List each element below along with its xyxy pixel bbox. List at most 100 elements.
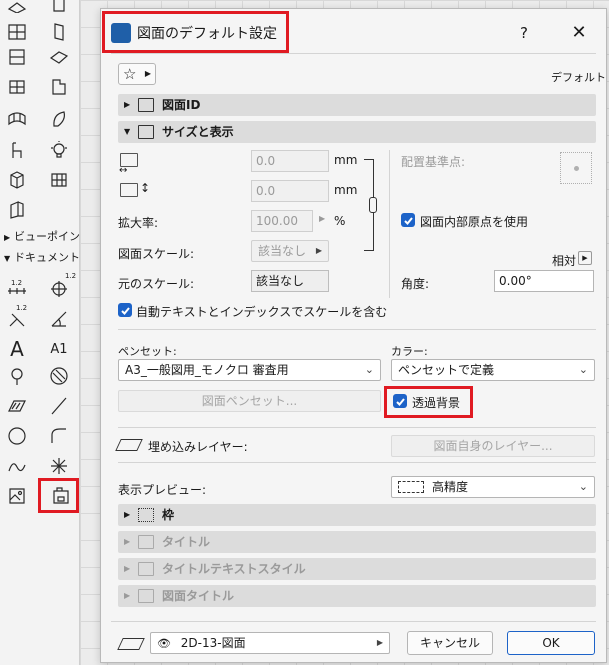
zone-icon[interactable] [45, 73, 73, 101]
curtain-wall-icon[interactable] [3, 18, 31, 46]
roof-icon[interactable] [45, 43, 73, 71]
scale-stepper-icon[interactable]: ▶ [319, 214, 325, 223]
color-select[interactable]: ペンセットで定義 ⌄ [391, 359, 595, 381]
mesh-icon[interactable] [3, 105, 31, 133]
eye-icon[interactable]: 👁 [157, 637, 171, 650]
stair-tool-icon[interactable] [3, 0, 31, 16]
layer-icon [117, 638, 145, 650]
archicad-app-icon [111, 23, 131, 43]
title-icon [138, 535, 154, 549]
panel-title-text-style[interactable]: ▶ タイトルテキストスタイル [118, 558, 596, 580]
angle-label: 角度: [401, 277, 430, 291]
line-icon[interactable] [45, 392, 73, 420]
panel-title[interactable]: ▶ タイトル [118, 531, 596, 553]
cancel-button[interactable]: キャンセル [407, 631, 493, 655]
own-layer-button[interactable]: 図面自身のレイヤー... [391, 435, 595, 457]
text-style-icon [138, 562, 154, 576]
width-input[interactable]: 0.0 [251, 150, 329, 172]
hotspot-icon[interactable] [45, 452, 73, 480]
section-viewpoints[interactable]: ▶ビューポイント [0, 228, 80, 246]
spline-icon[interactable] [3, 452, 31, 480]
embed-layer-label: 埋め込みレイヤー: [148, 440, 248, 454]
label-tool-icon[interactable]: A1 [45, 335, 73, 363]
expand-arrow-icon: ▶ [124, 591, 131, 600]
toolbox: ▶ビューポイント ▼ドキュメント 1.2 1.2 1.2 A A1 [0, 0, 80, 665]
expand-arrow-icon: ▶ [124, 100, 131, 109]
close-button[interactable]: ✕ [567, 21, 591, 45]
shell-icon[interactable] [45, 105, 73, 133]
favorites-button[interactable]: ☆ ▶ [118, 63, 156, 85]
door-icon[interactable] [45, 18, 73, 46]
chair-object-icon[interactable] [3, 136, 31, 164]
morph-icon[interactable] [3, 166, 31, 194]
expand-arrow-icon: ▶ [124, 510, 131, 519]
width-arrow-icon: ↔ [119, 165, 128, 176]
collapse-arrow-icon: ▼ [4, 254, 11, 263]
auto-text-checkbox[interactable] [118, 303, 132, 317]
dimension-label: 1.2 [16, 304, 28, 312]
column-grid-icon[interactable] [3, 73, 31, 101]
text-tool-icon[interactable]: A [3, 335, 31, 363]
chevron-right-icon: ▶ [376, 638, 383, 647]
transparent-bg-label: 透過背景 [412, 396, 461, 410]
height-unit: mm [334, 183, 358, 197]
relative-toggle-icon[interactable]: ▶ [578, 251, 592, 265]
section-document[interactable]: ▼ ドキュメント [0, 249, 80, 267]
object-grid-icon[interactable] [45, 166, 73, 194]
lamp-icon[interactable] [45, 136, 73, 164]
panel-size-display[interactable]: ▼ サイズと表示 [118, 121, 596, 143]
marker-icon[interactable] [3, 362, 31, 390]
circle-icon[interactable] [3, 422, 31, 450]
panel-drawing-title[interactable]: ▶ 図面タイトル [118, 585, 596, 607]
use-origin-checkbox[interactable] [401, 213, 415, 227]
width-unit: mm [334, 153, 358, 167]
anchor-point-grid-icon[interactable] [560, 152, 592, 184]
default-label: デフォルト [551, 71, 606, 84]
angle-input[interactable]: 0.00° [494, 270, 594, 292]
height-arrow-icon: ↕ [140, 181, 151, 195]
penset-select[interactable]: A3_一般図用_モノクロ 審査用 ⌄ [118, 359, 381, 381]
drawing-default-settings-dialog: 図面のデフォルト設定 ? ✕ ☆ ▶ デフォルト ▶ 図面ID ▼ サイズと表示… [100, 8, 607, 663]
drawing-penset-button[interactable]: 図面ペンセット... [118, 390, 381, 412]
window-icon[interactable] [3, 43, 31, 71]
arc-icon[interactable] [45, 422, 73, 450]
preview-mode-icon [398, 481, 424, 493]
preview-label: 表示プレビュー: [118, 483, 207, 497]
chevron-down-icon: ⌄ [578, 480, 588, 493]
preview-select[interactable]: 高精度 ⌄ [391, 476, 595, 498]
scale-input[interactable]: 100.00 [251, 210, 313, 232]
figure-image-icon[interactable] [3, 482, 31, 510]
angle-dimension-icon[interactable] [45, 305, 73, 333]
anchor-point-label: 配置基準点: [401, 155, 466, 169]
title-bar[interactable]: 図面のデフォルト設定 ? ✕ [101, 9, 606, 57]
column-divider [389, 150, 390, 298]
hatch-icon[interactable] [3, 392, 31, 420]
drawing-title-icon [138, 589, 154, 603]
drawing-scale-select[interactable]: 該当なし ▶ [251, 240, 329, 262]
chevron-right-icon: ▶ [315, 246, 322, 255]
layer-icon [115, 439, 143, 451]
drawing-tool-icon[interactable] [47, 482, 75, 510]
dialog-title: 図面のデフォルト設定 [137, 26, 277, 42]
relative-label: 相対 [552, 254, 577, 268]
scale-unit: % [334, 214, 346, 228]
layer-select[interactable]: 👁 2D-13-図面 ▶ [150, 632, 390, 654]
expand-arrow-icon: ▶ [124, 564, 131, 573]
help-button[interactable]: ? [514, 21, 534, 45]
collapse-arrow-icon: ▼ [124, 127, 131, 136]
frame-icon [138, 508, 154, 522]
door-tool-icon[interactable] [45, 0, 73, 16]
panel-drawing-id[interactable]: ▶ 図面ID [118, 94, 596, 116]
scale-label: 拡大率: [118, 216, 159, 230]
chain-link-icon[interactable] [369, 197, 377, 213]
use-origin-label: 図面内部原点を使用 [420, 215, 529, 229]
fill-icon[interactable] [45, 362, 73, 390]
panel-frame[interactable]: ▶ 枠 [118, 504, 596, 526]
color-label: カラー: [391, 345, 428, 358]
skylight-icon[interactable] [3, 196, 31, 224]
ok-button[interactable]: OK [507, 631, 595, 655]
height-input[interactable]: 0.0 [251, 180, 329, 202]
penset-label: ペンセット: [118, 345, 177, 358]
transparent-bg-checkbox[interactable] [393, 394, 407, 408]
chevron-down-icon: ⌄ [578, 363, 588, 376]
